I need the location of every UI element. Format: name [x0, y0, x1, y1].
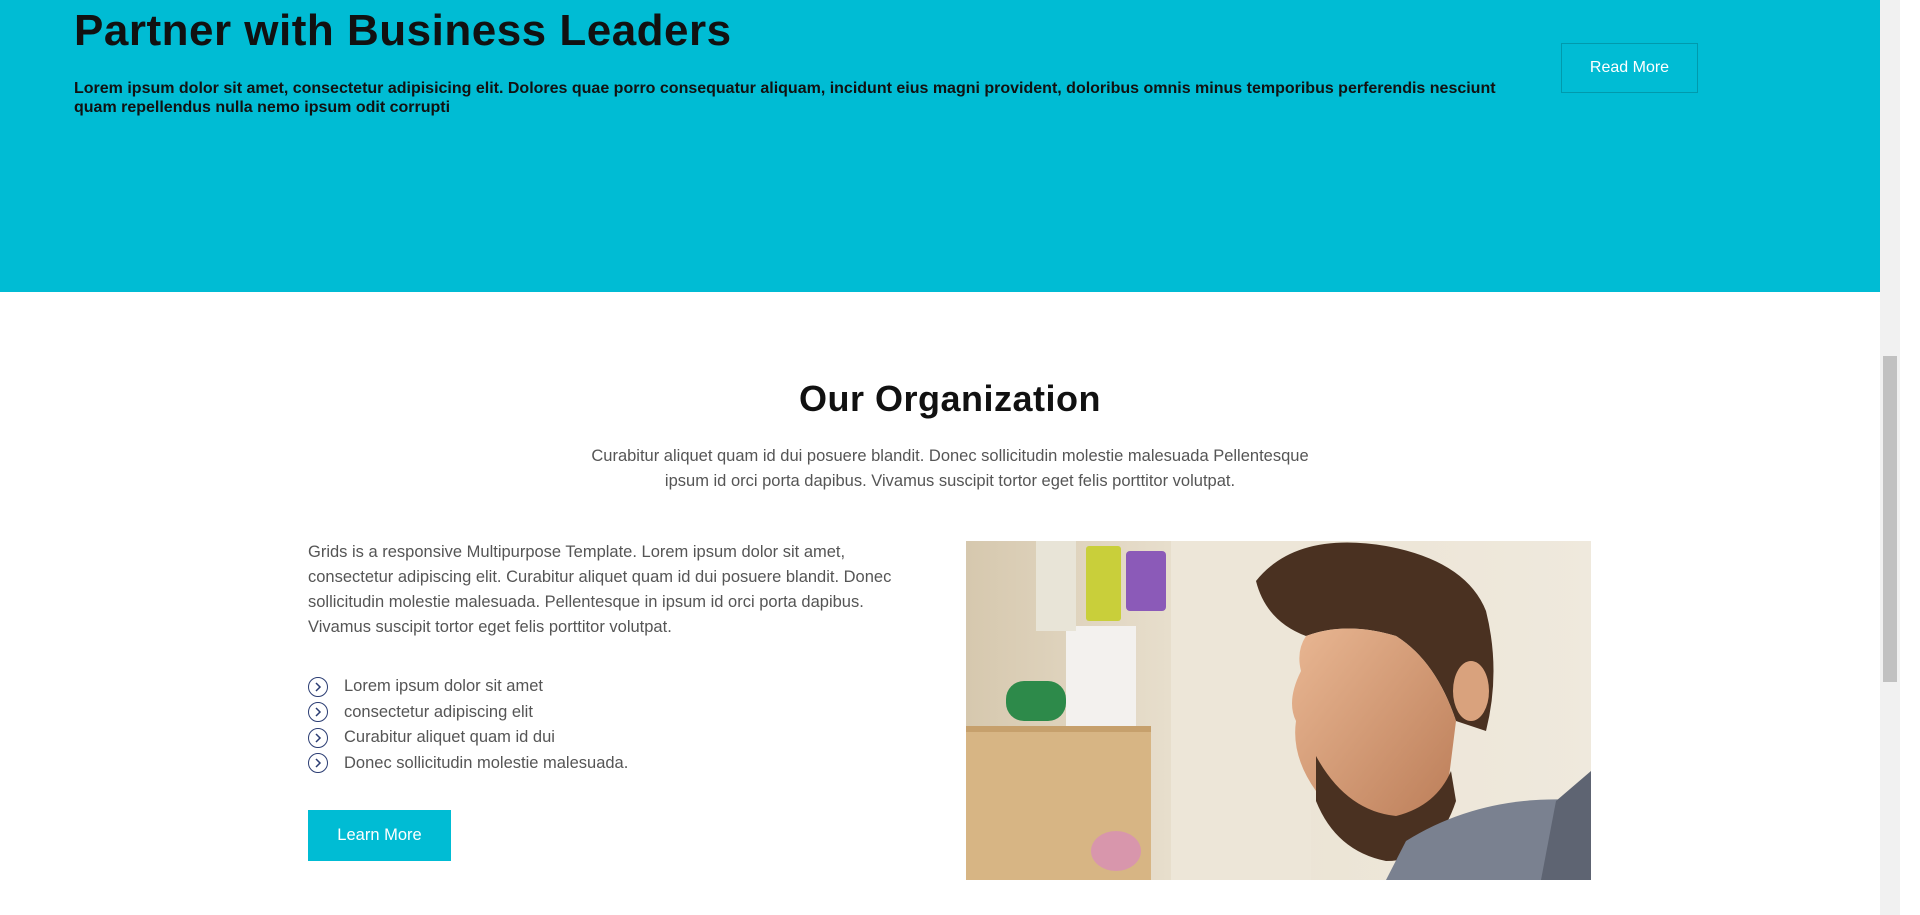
feature-list: Lorem ipsum dolor sit amet consectetur a…	[308, 674, 628, 776]
man-at-desk-photo	[966, 541, 1591, 880]
chevron-circle-right-icon	[308, 727, 328, 748]
list-item-text: Curabitur aliquet quam id dui	[344, 728, 555, 747]
hero-title: Partner with Business Leaders	[74, 6, 732, 55]
list-item: Lorem ipsum dolor sit amet	[308, 674, 628, 700]
hero-text: Lorem ipsum dolor sit amet, consectetur …	[74, 80, 1496, 116]
learn-more-button[interactable]: Learn More	[308, 810, 451, 861]
list-item-text: consectetur adipiscing elit	[344, 702, 533, 721]
list-item: Curabitur aliquet quam id dui	[308, 725, 628, 751]
scrollbar-thumb[interactable]	[1883, 356, 1897, 682]
list-item-text: Lorem ipsum dolor sit amet	[344, 677, 543, 696]
section-title: Our Organization	[798, 378, 1101, 419]
list-item: Donec sollicitudin molestie malesuada.	[308, 751, 628, 777]
intro-paragraph: Grids is a responsive Multipurpose Templ…	[308, 543, 892, 636]
chevron-circle-right-icon	[308, 702, 328, 723]
list-item: consectetur adipiscing elit	[308, 700, 628, 726]
chevron-circle-right-icon	[308, 676, 328, 697]
hero-banner: Partner with Business Leaders Lorem ipsu…	[0, 0, 1900, 292]
chevron-circle-right-icon	[308, 753, 328, 774]
page: Partner with Business Leaders Lorem ipsu…	[0, 0, 1900, 915]
list-item-text: Donec sollicitudin molestie malesuada.	[344, 753, 629, 772]
section-subtitle: Curabitur aliquet quam id dui posuere bl…	[591, 447, 1309, 490]
read-more-button[interactable]: Read More	[1561, 43, 1698, 93]
scrollbar[interactable]	[1880, 0, 1900, 915]
